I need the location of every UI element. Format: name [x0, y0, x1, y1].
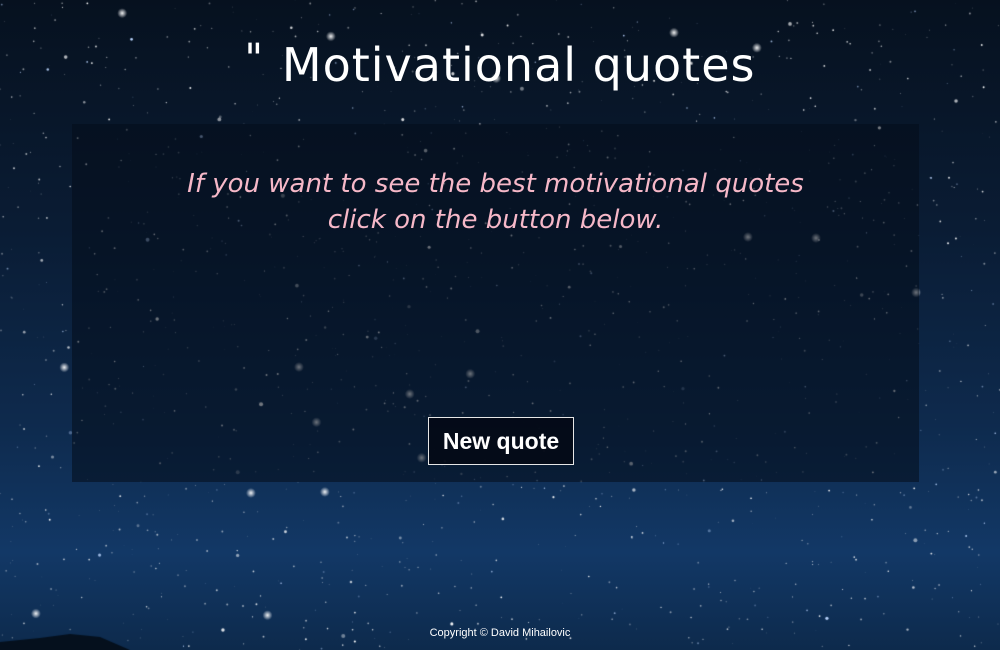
page-title-text: Motivational quotes: [281, 38, 756, 92]
copyright-footer: Copyright © David Mihailovic: [429, 627, 571, 639]
page-title: " Motivational quotes: [0, 36, 1000, 92]
quote-text-line-1: If you want to see the best motivational…: [187, 169, 804, 199]
quote-box: If you want to see the best motivational…: [72, 124, 919, 482]
new-quote-button[interactable]: New quote: [428, 417, 574, 465]
quote-mark-icon: ": [244, 36, 264, 82]
quote-text-line-2: click on the button below.: [327, 205, 664, 235]
quote-text: If you want to see the best motivational…: [72, 166, 919, 238]
